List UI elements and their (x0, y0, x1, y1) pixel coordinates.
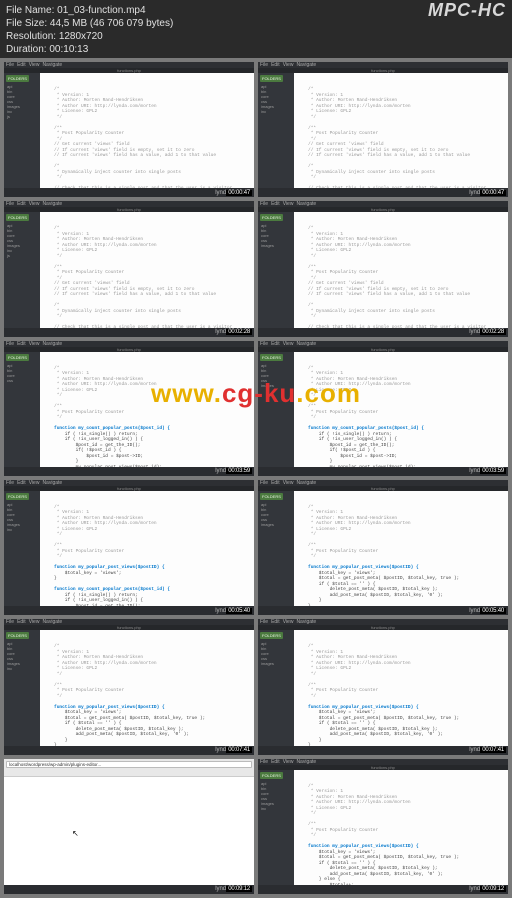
tile-footer: lynd00:09:12 (4, 885, 254, 894)
code-editor: /* * Version: 1 * Author: Morten Rand-He… (294, 212, 508, 336)
editor-sidebar: FOLDERS api bin core css images (258, 352, 294, 476)
file-name: 01_03-function.mp4 (57, 5, 145, 16)
timestamp-badge: 00:02:28 (480, 329, 506, 335)
code-editor: /* * Version: 1 * Author: Morten Rand-He… (294, 73, 508, 197)
code-editor: /* * Version: 1 * Author: Morten Rand-He… (40, 491, 254, 615)
code-editor: /* * Version: 1 * Author: Morten Rand-He… (294, 352, 508, 476)
editor-sidebar: FOLDERS api bin core css (4, 352, 40, 476)
timestamp-badge: 00:05:40 (480, 608, 506, 614)
tile-footer: lynd00:05:40 (4, 606, 254, 615)
code-editor: /* * Version: 1 * Author: Morten Rand-He… (40, 352, 254, 476)
browser-viewport: ↖ (4, 777, 254, 894)
browser-chrome: localhost/wordpress/wp-admin/plugins-edi… (4, 759, 254, 777)
timestamp-badge: 00:03:59 (226, 468, 252, 474)
file-size: 44,5 MB (46 706 079 bytes) (50, 18, 173, 29)
thumbnail-tile[interactable]: FileEditViewNavigate functions.php FOLDE… (4, 341, 254, 476)
thumbnail-grid: FileEditViewNavigate functions.php FOLDE… (0, 58, 512, 898)
thumbnail-tile[interactable]: FileEditViewNavigate functions.php FOLDE… (258, 619, 508, 754)
tile-footer: lynd00:05:40 (258, 606, 508, 615)
timestamp-badge: 00:07:41 (480, 747, 506, 753)
code-editor: /* * Version: 1 * Author: Morten Rand-He… (294, 491, 508, 615)
thumbnail-tile[interactable]: FileEditViewNavigate functions.php FOLDE… (4, 62, 254, 197)
timestamp-badge: 00:05:40 (226, 608, 252, 614)
timestamp-badge: 00:07:41 (226, 747, 252, 753)
timestamp-badge: 00:00:47 (226, 190, 252, 196)
tile-footer: lynd00:09:12 (258, 885, 508, 894)
metadata-header: File Name: 01_03-function.mp4 File Size:… (0, 0, 512, 58)
code-editor: /* * Version: 1 * Author: Morten Rand-He… (40, 630, 254, 754)
thumbnail-tile[interactable]: FileEditViewNavigate functions.php FOLDE… (258, 341, 508, 476)
duration: 00:10:13 (49, 44, 88, 55)
timestamp-badge: 00:02:28 (226, 329, 252, 335)
editor-sidebar: FOLDERS api bin core css images inc (4, 630, 40, 754)
editor-sidebar: FOLDERS api bin core css images inc (258, 73, 294, 197)
editor-sidebar: FOLDERS api bin core css images inc (258, 770, 294, 894)
resolution: 1280x720 (59, 31, 103, 42)
tile-footer: lynd00:00:47 (258, 188, 508, 197)
thumbnail-tile[interactable]: FileEditViewNavigate functions.php FOLDE… (4, 480, 254, 615)
timestamp-badge: 00:09:12 (226, 886, 252, 892)
editor-sidebar: FOLDERS api bin core css images inc js (4, 73, 40, 197)
timestamp-badge: 00:03:59 (480, 468, 506, 474)
thumbnail-tile[interactable]: FileEditViewNavigate functions.php FOLDE… (258, 62, 508, 197)
code-editor: /* * Version: 1 * Author: Morten Rand-He… (294, 770, 508, 894)
editor-sidebar: FOLDERS api bin core css images (258, 491, 294, 615)
timestamp-badge: 00:09:12 (480, 886, 506, 892)
editor-sidebar: FOLDERS api bin core css images inc js (4, 212, 40, 336)
tile-footer: lynd00:02:28 (4, 328, 254, 337)
tile-footer: lynd00:02:28 (258, 328, 508, 337)
mpc-hc-logo: MPC-HC (428, 4, 506, 17)
mouse-cursor-icon: ↖ (72, 829, 79, 838)
editor-sidebar: FOLDERS api bin core css images (258, 212, 294, 336)
editor-sidebar: FOLDERS api bin core css images (258, 630, 294, 754)
thumbnail-tile-browser[interactable]: localhost/wordpress/wp-admin/plugins-edi… (4, 759, 254, 894)
timestamp-badge: 00:00:47 (480, 190, 506, 196)
address-bar[interactable]: localhost/wordpress/wp-admin/plugins-edi… (6, 761, 252, 768)
thumbnail-tile[interactable]: FileEditViewNavigate functions.php FOLDE… (4, 619, 254, 754)
thumbnail-tile[interactable]: FileEditViewNavigate functions.php FOLDE… (4, 201, 254, 336)
editor-sidebar: FOLDERS api bin core css images inc (4, 491, 40, 615)
tile-footer: lynd00:07:41 (4, 746, 254, 755)
thumbnail-tile[interactable]: FileEditViewNavigate functions.php FOLDE… (258, 480, 508, 615)
code-editor: /* * Version: 1 * Author: Morten Rand-He… (294, 630, 508, 754)
code-editor: /* * Version: 1 * Author: Morten Rand-He… (40, 212, 254, 336)
thumbnail-tile[interactable]: FileEditViewNavigate functions.php FOLDE… (258, 201, 508, 336)
thumbnail-tile[interactable]: FileEditViewNavigate functions.php FOLDE… (258, 759, 508, 894)
tile-footer: lynd00:07:41 (258, 746, 508, 755)
code-editor: /* * Version: 1 * Author: Morten Rand-He… (40, 73, 254, 197)
tile-footer: lynd00:03:59 (258, 467, 508, 476)
tile-footer: lynd00:00:47 (4, 188, 254, 197)
tile-footer: lynd00:03:59 (4, 467, 254, 476)
